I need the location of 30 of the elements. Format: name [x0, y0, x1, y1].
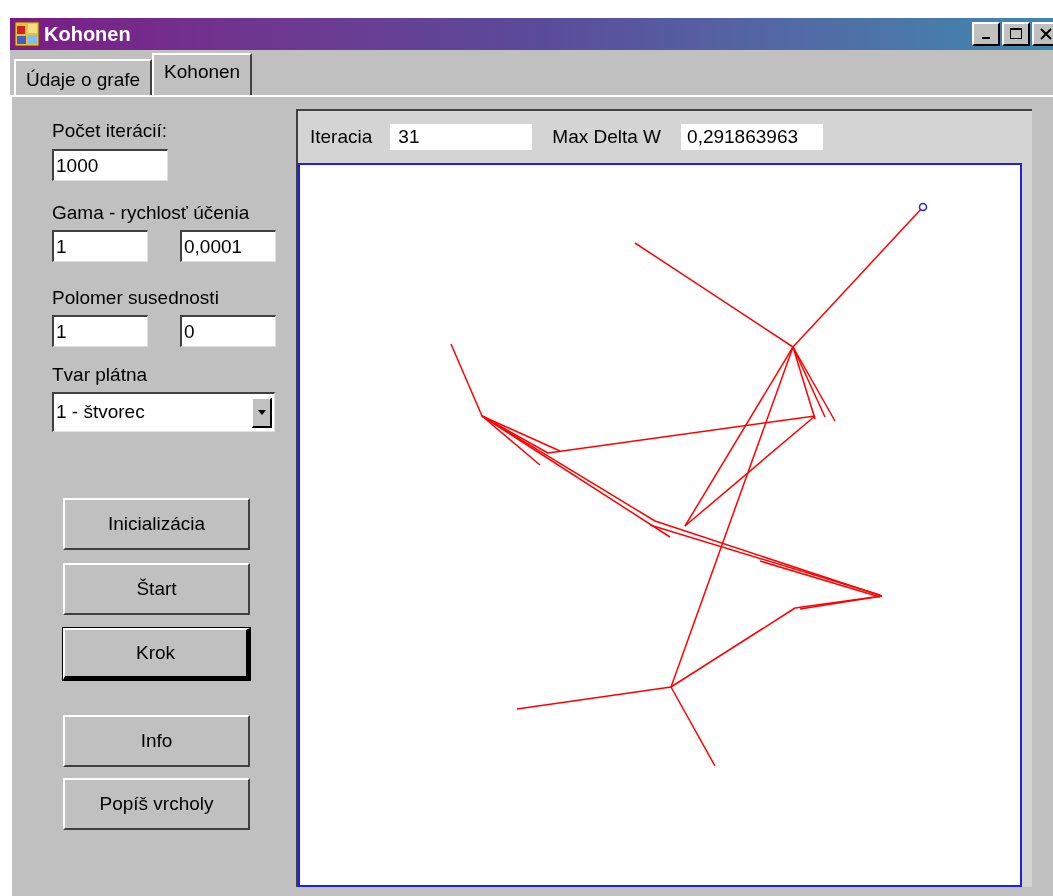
iteration-value: 31	[390, 124, 533, 150]
field-label: Počet iterácií:	[52, 119, 169, 143]
minimize-icon	[982, 37, 990, 39]
field-label: Tvar plátna	[52, 364, 148, 385]
iteration-label: Iteracia	[310, 124, 373, 149]
input-field[interactable]: 0	[180, 315, 276, 347]
input-field[interactable]: 1000	[52, 149, 168, 181]
field-label: Polomer susednosti	[52, 287, 219, 308]
push-button[interactable]: Krok	[63, 628, 250, 680]
dropdown-arrow-icon	[257, 409, 266, 415]
close-icon	[1039, 27, 1053, 41]
push-button[interactable]: Info	[63, 715, 250, 767]
push-button[interactable]: Popíš vrcholy	[63, 778, 250, 830]
input-field[interactable]: 0,0001	[180, 230, 276, 262]
input-field[interactable]: 1	[52, 315, 148, 347]
dropdown[interactable]: 1 - štvorec	[52, 392, 275, 432]
field-label: Gama - rychlosť účenia	[52, 202, 250, 223]
window-title: Kohonen	[44, 22, 132, 47]
maximize-icon	[1009, 27, 1023, 41]
delta-label: Max Delta W	[552, 124, 662, 149]
tab[interactable]: Kohonen	[152, 53, 253, 95]
push-button[interactable]: Štart	[63, 563, 250, 615]
close-button[interactable]	[1032, 22, 1053, 46]
window-app-icon	[14, 21, 40, 47]
minimize-button[interactable]	[972, 22, 1000, 46]
delta-value: 0,291863963	[681, 124, 824, 150]
push-button[interactable]: Inicializácia	[63, 498, 250, 550]
maximize-button[interactable]	[1002, 22, 1030, 46]
tab[interactable]: Údaje o grafe	[14, 59, 153, 95]
input-field[interactable]: 1	[52, 230, 148, 262]
